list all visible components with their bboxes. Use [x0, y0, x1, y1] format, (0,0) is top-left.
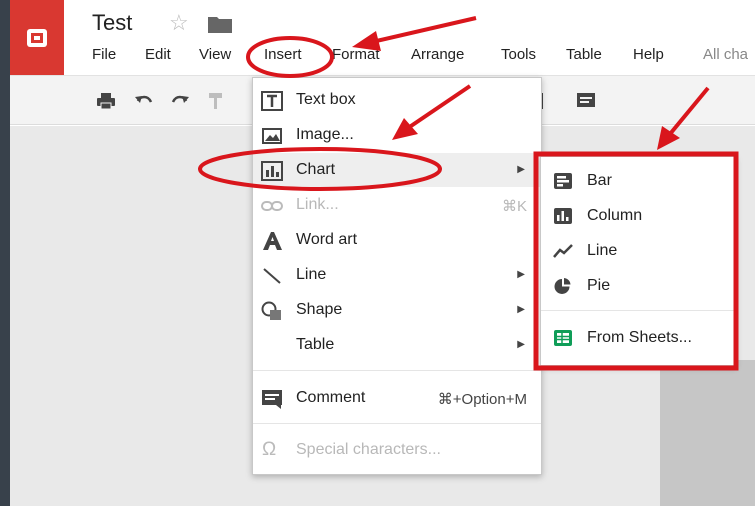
menu-item-line[interactable]: Line ▶ — [253, 258, 541, 292]
menu-separator — [253, 370, 541, 371]
menu-item-comment[interactable]: Comment ⌘+Option+M — [253, 381, 541, 415]
chart-item-line[interactable]: Line — [541, 233, 735, 267]
omega-icon: Ω — [262, 439, 277, 460]
bar-chart-icon — [554, 173, 572, 189]
menu-view[interactable]: View — [199, 46, 231, 63]
menu-item-label: Image... — [296, 126, 354, 143]
save-status[interactable]: All cha — [703, 46, 748, 63]
sheets-icon — [554, 330, 572, 346]
menu-item-label: Comment — [296, 389, 366, 406]
paint-format-icon[interactable] — [206, 92, 226, 110]
print-icon[interactable] — [96, 92, 116, 110]
chart-item-label: Pie — [587, 277, 611, 294]
word-art-icon — [263, 232, 282, 250]
slides-logo-icon[interactable] — [10, 0, 64, 75]
menu-item-image[interactable]: Image... — [253, 118, 541, 152]
star-icon[interactable]: ☆ — [169, 10, 189, 36]
chart-item-label: Line — [587, 242, 618, 259]
folder-icon[interactable] — [208, 15, 232, 33]
chart-item-label: From Sheets... — [587, 329, 692, 346]
menu-item-link[interactable]: Link... ⌘K — [253, 188, 541, 222]
slide-thumbnail — [660, 360, 755, 506]
menu-item-special-characters[interactable]: Ω Special characters... — [253, 433, 541, 467]
submenu-arrow-icon: ▶ — [517, 304, 525, 315]
submenu-arrow-icon: ▶ — [517, 164, 525, 175]
chart-item-bar[interactable]: Bar — [541, 163, 735, 197]
chart-item-label: Column — [587, 207, 643, 224]
shape-icon — [261, 301, 281, 320]
submenu-arrow-icon: ▶ — [517, 269, 525, 280]
chart-item-column[interactable]: Column — [541, 198, 735, 232]
comment-icon — [262, 390, 282, 409]
line-chart-icon — [553, 244, 573, 258]
menu-item-label: Line — [296, 266, 327, 283]
menu-table[interactable]: Table — [566, 46, 602, 63]
menu-file[interactable]: File — [92, 46, 116, 63]
document-title[interactable]: Test — [92, 10, 132, 36]
menu-item-label: Shape — [296, 301, 343, 318]
line-icon — [263, 268, 281, 284]
undo-icon[interactable] — [134, 92, 154, 110]
menu-item-word-art[interactable]: Word art — [253, 223, 541, 257]
chart-icon — [261, 161, 283, 181]
submenu-separator — [541, 310, 735, 311]
menu-item-label: Special characters... — [296, 441, 441, 458]
menu-item-label: Text box — [296, 91, 356, 108]
menu-item-label: Chart — [296, 161, 336, 178]
comment-toolbar-icon[interactable] — [576, 92, 596, 110]
chart-item-pie[interactable]: Pie — [541, 268, 735, 302]
chart-submenu: Bar Column Line Pie From Sheets... — [540, 156, 736, 366]
redo-icon[interactable] — [170, 92, 190, 110]
menu-item-shortcut: ⌘+Option+M — [437, 391, 527, 408]
app-header: Test ☆ File Edit View Insert Format Arra… — [64, 0, 755, 75]
menu-item-label: Link... — [296, 196, 339, 213]
menu-item-text-box[interactable]: Text box — [253, 83, 541, 117]
menu-help[interactable]: Help — [633, 46, 664, 63]
window-frame — [0, 0, 10, 506]
link-icon — [261, 201, 283, 211]
submenu-arrow-icon: ▶ — [517, 339, 525, 350]
column-chart-icon — [554, 208, 572, 224]
image-icon — [262, 128, 282, 144]
menu-item-chart[interactable]: Chart ▶ — [253, 153, 541, 187]
text-box-icon — [261, 91, 283, 111]
menu-item-shortcut: ⌘K — [501, 198, 527, 215]
insert-menu: Text box Image... Chart ▶ Link... ⌘K Wor… — [252, 77, 542, 475]
pie-chart-icon — [554, 278, 571, 294]
menu-arrange[interactable]: Arrange — [411, 46, 464, 63]
menu-item-shape[interactable]: Shape ▶ — [253, 293, 541, 327]
chart-item-from-sheets[interactable]: From Sheets... — [541, 320, 735, 354]
menu-item-label: Table — [296, 336, 335, 353]
chart-item-label: Bar — [587, 172, 612, 189]
menu-insert[interactable]: Insert — [264, 46, 302, 63]
menu-item-table[interactable]: Table ▶ — [253, 328, 541, 362]
menu-tools[interactable]: Tools — [501, 46, 536, 63]
menu-separator — [253, 423, 541, 424]
menu-format[interactable]: Format — [332, 46, 380, 63]
menu-item-label: Word art — [296, 231, 358, 248]
menu-edit[interactable]: Edit — [145, 46, 171, 63]
toolbar-divider-icon — [540, 93, 543, 109]
